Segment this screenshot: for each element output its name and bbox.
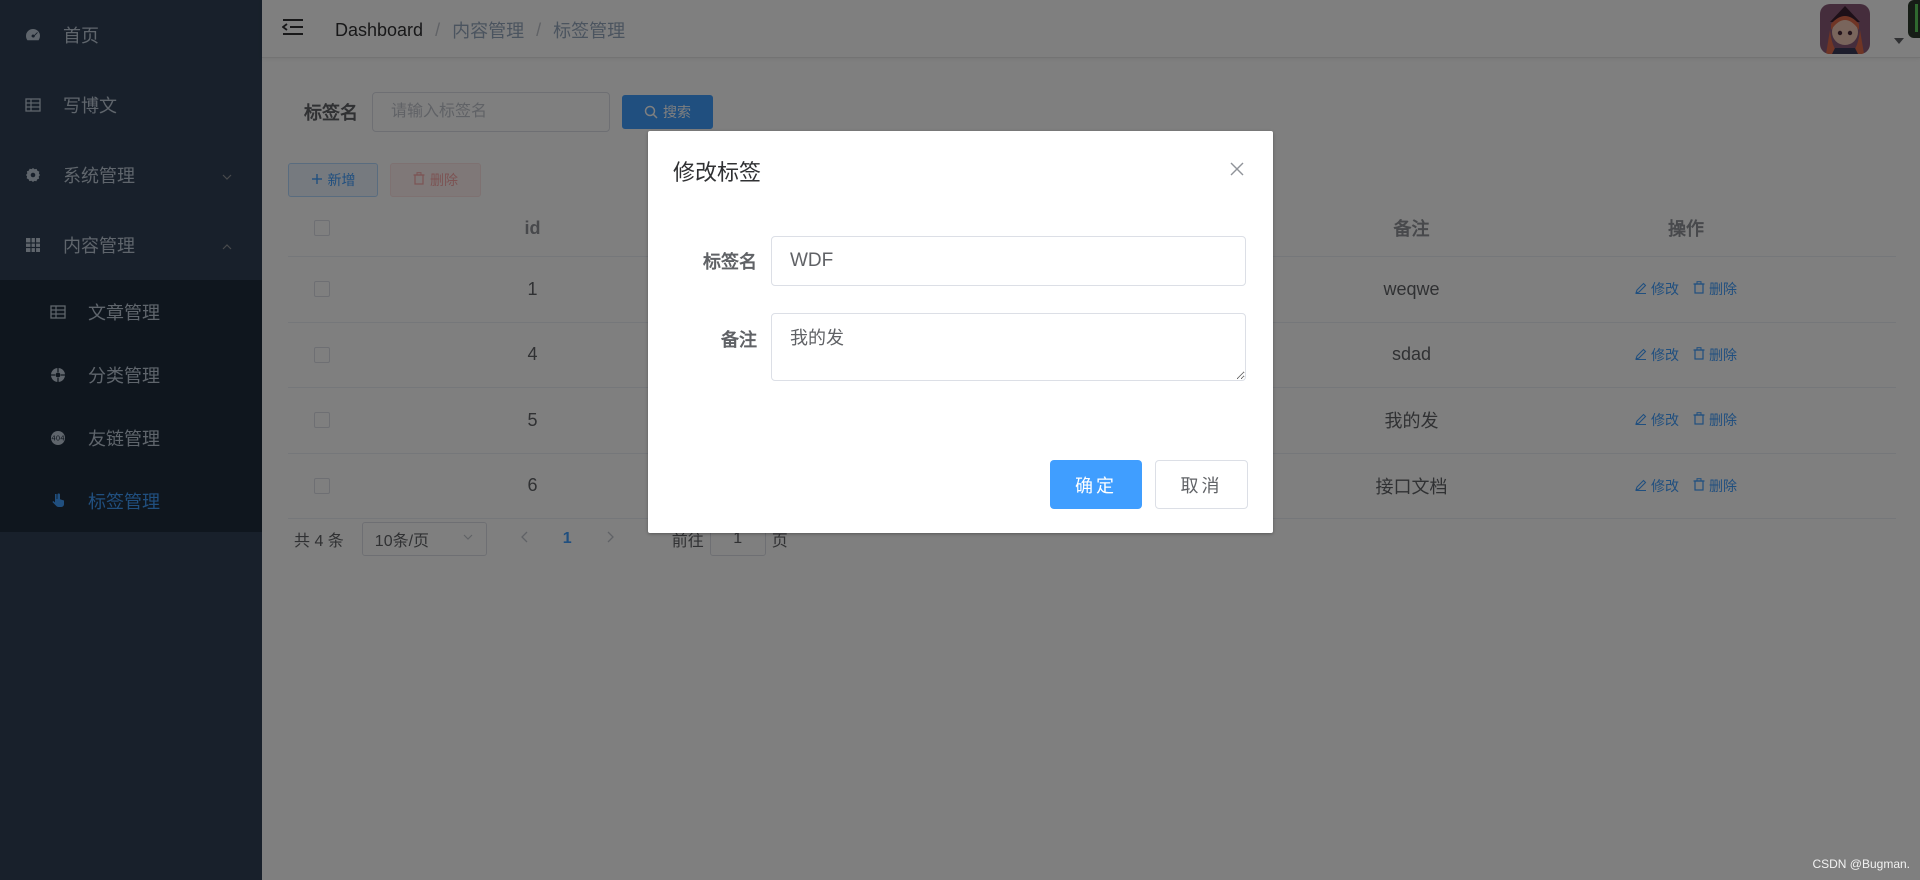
dialog-title: 修改标签 — [673, 160, 762, 185]
close-icon[interactable] — [1229, 161, 1245, 177]
confirm-button[interactable]: 确定 — [1050, 460, 1142, 509]
edit-tag-dialog: 修改标签 标签名 备注 我的发 确定 取消 — [648, 131, 1273, 533]
form-row-remark: 备注 我的发 — [673, 313, 1246, 381]
tag-name-label: 标签名 — [703, 252, 757, 272]
watermark: CSDN @Bugman. — [1812, 857, 1910, 871]
tag-name-input[interactable] — [771, 236, 1246, 286]
remark-textarea[interactable]: 我的发 — [771, 313, 1246, 381]
remark-label: 备注 — [721, 330, 757, 350]
form-row-name: 标签名 — [673, 236, 1246, 286]
cancel-button[interactable]: 取消 — [1155, 460, 1248, 509]
